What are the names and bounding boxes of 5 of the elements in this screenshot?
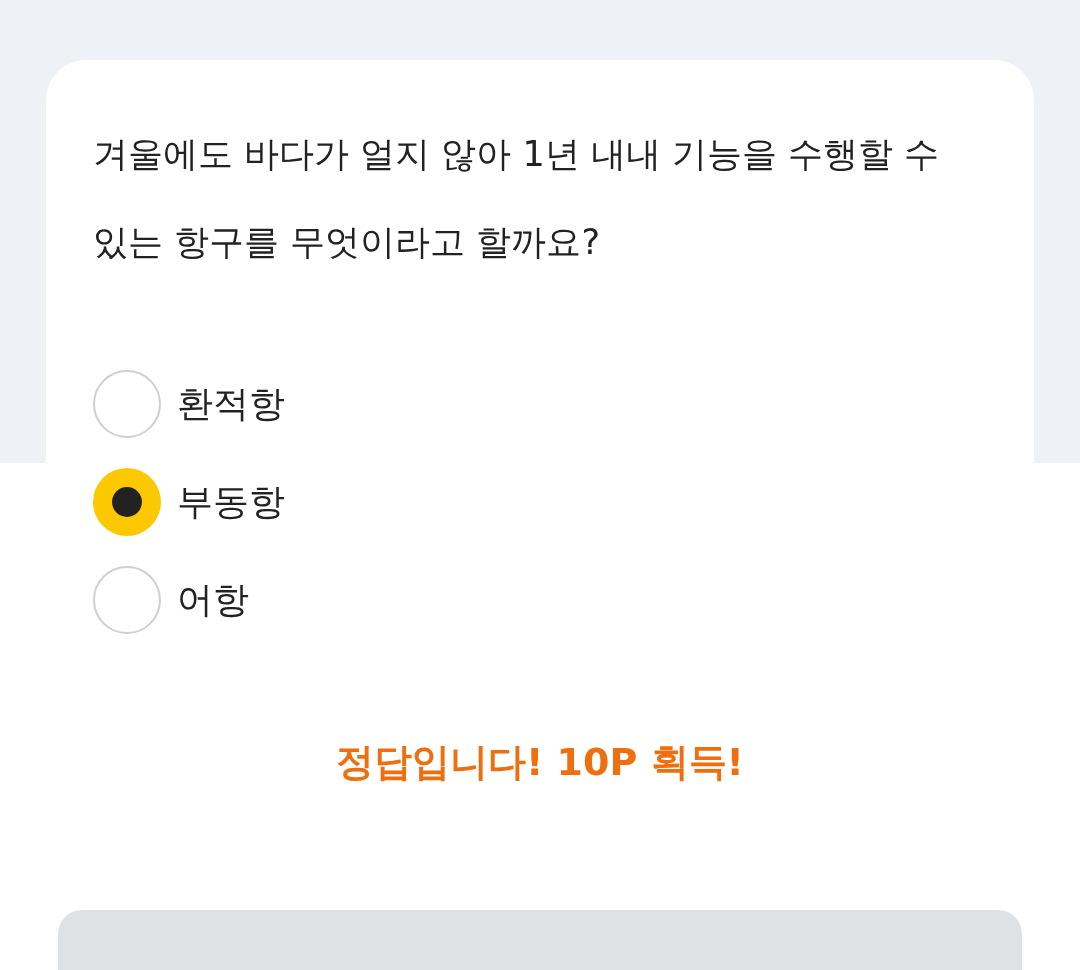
question-text: 겨울에도 바다가 얼지 않아 1년 내내 기능을 수행할 수 있는 항구를 무엇이라고 할까요?: [93, 133, 941, 264]
result-message: 정답입니다! 10P 획득!: [336, 739, 744, 786]
answer-option[interactable]: 어항: [93, 566, 987, 634]
answer-option[interactable]: 부동항: [93, 468, 987, 536]
answer-option[interactable]: 환적항: [93, 370, 987, 438]
